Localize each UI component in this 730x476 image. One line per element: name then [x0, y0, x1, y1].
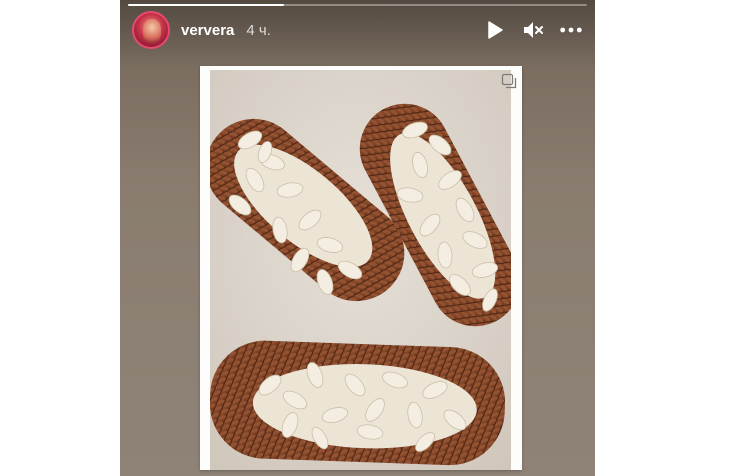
- more-options-button[interactable]: [559, 18, 583, 42]
- mute-button[interactable]: [521, 18, 545, 42]
- copy-icon[interactable]: [501, 73, 517, 89]
- story-controls: [483, 18, 583, 42]
- story-progress-fill: [128, 4, 285, 6]
- post-photo: [210, 70, 511, 470]
- play-button[interactable]: [483, 18, 507, 42]
- play-icon: [488, 21, 503, 39]
- username[interactable]: ververa: [181, 22, 234, 39]
- timestamp: 4 ч.: [246, 21, 271, 39]
- avatar-image: [143, 19, 161, 43]
- shared-post-card[interactable]: [200, 66, 522, 470]
- story-viewer[interactable]: ververa 4 ч.: [120, 0, 595, 476]
- story-header: ververa 4 ч.: [132, 10, 583, 50]
- muted-speaker-icon: [524, 22, 543, 38]
- avatar[interactable]: [132, 11, 170, 49]
- eclairs-image: [210, 70, 511, 470]
- more-options-icon: [560, 27, 582, 33]
- story-progress-bar: [128, 4, 587, 6]
